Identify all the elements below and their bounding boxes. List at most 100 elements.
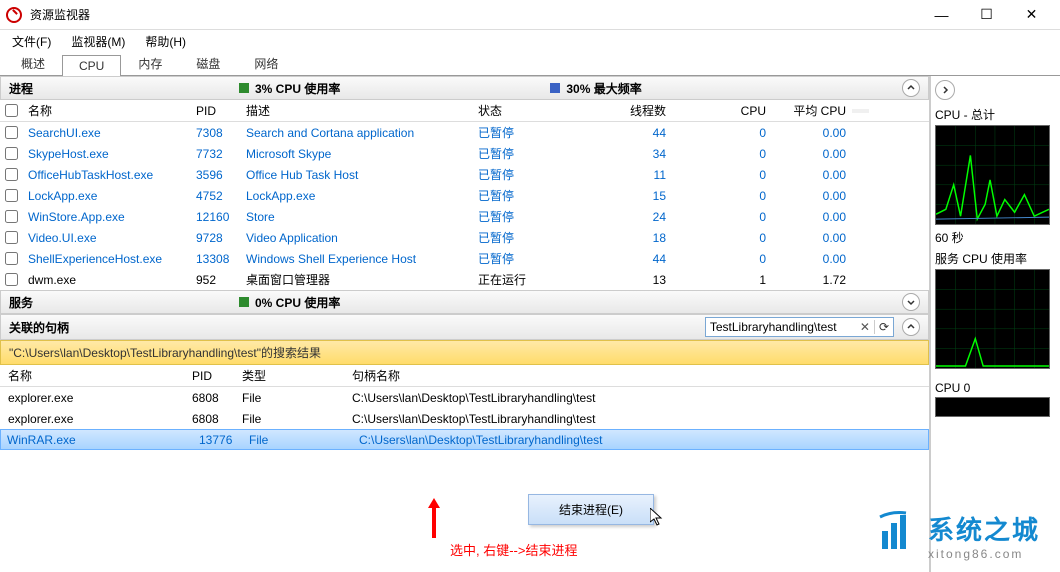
max-freq-meter: 30% 最大频率 [550,80,641,97]
handle-header-name[interactable]: 名称 [0,367,192,384]
graph-service-cpu-label: 服务 CPU 使用率 [935,250,1054,267]
process-pid: 3596 [190,166,240,184]
maximize-button[interactable]: ☐ [964,1,1009,29]
process-cpu: 0 [672,145,772,163]
process-desc: Office Hub Task Host [240,166,472,184]
handle-row[interactable]: WinRAR.exe13776FileC:\Users\lan\Desktop\… [0,429,929,450]
process-desc: 桌面窗口管理器 [240,269,472,290]
header-status[interactable]: 状态 [472,100,572,121]
expand-graphs-icon[interactable] [935,80,955,100]
process-cpu: 1 [672,271,772,289]
menu-help[interactable]: 帮助(H) [137,31,194,52]
section-processes-header[interactable]: 进程 3% CPU 使用率 30% 最大频率 [0,76,929,100]
app-icon [6,7,22,23]
process-row[interactable]: LockApp.exe4752LockApp.exe已暂停1500.00 [0,185,929,206]
handle-row[interactable]: explorer.exe6808FileC:\Users\lan\Desktop… [0,387,929,408]
section-services-header[interactable]: 服务 0% CPU 使用率 [0,290,929,314]
search-result-bar: "C:\Users\lan\Desktop\TestLibraryhandlin… [0,340,929,365]
close-button[interactable]: ✕ [1009,1,1054,29]
handle-header-handle[interactable]: 句柄名称 [352,367,929,384]
cpu-usage-meter: 3% CPU 使用率 [239,80,340,97]
process-checkbox[interactable] [0,229,22,246]
process-checkbox[interactable] [0,124,22,141]
header-avg[interactable]: 平均 CPU [772,100,852,121]
process-threads: 24 [572,208,672,226]
process-status: 已暂停 [472,185,572,206]
logo-text: 系统之城 [928,515,1040,545]
process-cpu: 0 [672,187,772,205]
process-row[interactable]: ShellExperienceHost.exe13308Windows Shel… [0,248,929,269]
process-status: 已暂停 [472,248,572,269]
tab-cpu[interactable]: CPU [62,55,121,76]
handle-path: C:\Users\lan\Desktop\TestLibraryhandling… [353,431,928,449]
tab-overview[interactable]: 概述 [4,51,62,75]
process-threads: 13 [572,271,672,289]
process-avg: 0.00 [772,208,852,226]
tab-network[interactable]: 网络 [237,51,295,75]
processes-table-body[interactable]: SearchUI.exe7308Search and Cortana appli… [0,122,929,290]
process-name: OfficeHubTaskHost.exe [22,166,190,184]
process-status: 已暂停 [472,206,572,227]
process-row[interactable]: OfficeHubTaskHost.exe3596Office Hub Task… [0,164,929,185]
process-status: 已暂停 [472,227,572,248]
context-menu-end-process[interactable]: 结束进程(E) [529,495,653,524]
process-threads: 15 [572,187,672,205]
handle-search-input[interactable] [706,320,856,334]
graph-seconds-label: 60 秒 [935,229,1054,246]
process-name: Video.UI.exe [22,229,190,247]
graph-cpu0-label: CPU 0 [935,381,1054,395]
process-checkbox[interactable] [0,271,22,288]
process-cpu: 0 [672,250,772,268]
handle-header-type[interactable]: 类型 [242,367,352,384]
process-row[interactable]: dwm.exe952桌面窗口管理器正在运行1311.72 [0,269,929,290]
handles-table-body[interactable]: explorer.exe6808FileC:\Users\lan\Desktop… [0,387,929,450]
section-handles-header: 关联的句柄 ✕ ⟳ [0,314,929,340]
process-checkbox[interactable] [0,145,22,162]
process-threads: 18 [572,229,672,247]
tab-memory[interactable]: 内存 [121,51,179,75]
menu-file[interactable]: 文件(F) [4,31,59,52]
process-row[interactable]: SearchUI.exe7308Search and Cortana appli… [0,122,929,143]
header-desc[interactable]: 描述 [240,100,472,121]
process-name: dwm.exe [22,271,190,289]
tab-disk[interactable]: 磁盘 [179,51,237,75]
process-checkbox[interactable] [0,166,22,183]
window-title: 资源监视器 [30,6,919,23]
process-cpu: 0 [672,124,772,142]
collapse-processes-icon[interactable] [902,79,920,97]
header-pid[interactable]: PID [190,102,240,120]
process-row[interactable]: WinStore.App.exe12160Store已暂停2400.00 [0,206,929,227]
header-threads[interactable]: 线程数 [572,100,672,121]
logo-icon [876,509,920,562]
process-status: 已暂停 [472,122,572,143]
search-icon[interactable]: ⟳ [874,320,893,334]
left-panel: 进程 3% CPU 使用率 30% 最大频率 名称 PID 描述 状态 线程数 … [0,76,930,572]
collapse-handles-icon[interactable] [902,318,920,336]
handle-path: C:\Users\lan\Desktop\TestLibraryhandling… [352,391,929,405]
process-avg: 0.00 [772,124,852,142]
process-desc: Search and Cortana application [240,124,472,142]
header-checkbox[interactable] [0,102,22,119]
handle-header-pid[interactable]: PID [192,369,242,383]
process-pid: 7732 [190,145,240,163]
minimize-button[interactable]: — [919,1,964,29]
process-row[interactable]: Video.UI.exe9728Video Application已暂停1800… [0,227,929,248]
process-row[interactable]: SkypeHost.exe7732Microsoft Skype已暂停3400.… [0,143,929,164]
handle-type: File [243,431,353,449]
header-name[interactable]: 名称 [22,100,190,121]
handle-path: C:\Users\lan\Desktop\TestLibraryhandling… [352,412,929,426]
collapse-services-icon[interactable] [902,293,920,311]
process-checkbox[interactable] [0,250,22,267]
handle-row[interactable]: explorer.exe6808FileC:\Users\lan\Desktop… [0,408,929,429]
process-checkbox[interactable] [0,187,22,204]
process-pid: 4752 [190,187,240,205]
header-cpu[interactable]: CPU [672,102,772,120]
process-desc: Video Application [240,229,472,247]
process-avg: 0.00 [772,187,852,205]
process-checkbox[interactable] [0,208,22,225]
menu-monitor[interactable]: 监视器(M) [63,31,133,52]
clear-search-icon[interactable]: ✕ [856,320,874,334]
right-panel: CPU - 总计 60 秒 服务 CPU 使用率 [930,76,1058,572]
processes-table-header: 名称 PID 描述 状态 线程数 CPU 平均 CPU [0,100,929,122]
logo-subtext: xitong86.com [928,547,1040,561]
